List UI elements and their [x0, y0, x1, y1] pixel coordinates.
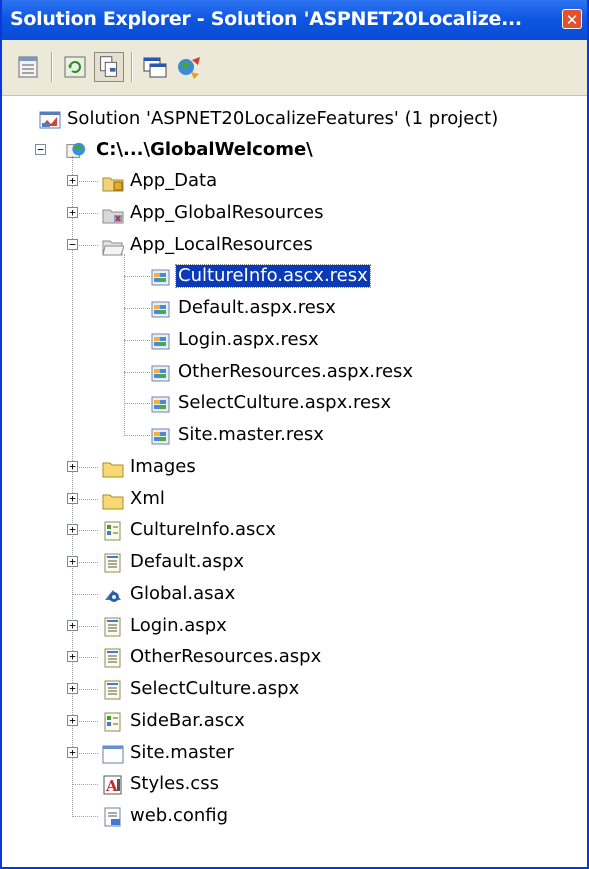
tree-expand-toggle[interactable]: + — [67, 746, 78, 758]
show-all-files-icon — [100, 56, 117, 77]
tree-expand-toggle[interactable]: + — [67, 460, 78, 472]
tree-item-label: Default.aspx.resx — [178, 297, 336, 318]
close-button[interactable]: ✕ — [562, 9, 582, 29]
tree-expand-toggle[interactable]: + — [67, 206, 78, 218]
view-designer-button[interactable] — [140, 52, 170, 82]
tree-item-label: web.config — [130, 805, 229, 826]
tree-item-label: Images — [130, 455, 196, 477]
tree-item-label: Login.aspx — [130, 614, 227, 636]
web-form-icon — [104, 648, 121, 668]
global-asax-icon — [105, 589, 121, 602]
resx-icon — [151, 269, 170, 286]
tree-item-row[interactable]: Site.master.resx — [2, 420, 587, 451]
user-control-icon — [104, 712, 121, 732]
tree-item-label: App_Data — [130, 170, 218, 191]
config-icon — [104, 807, 121, 827]
folder-icon — [102, 494, 124, 509]
tree-item-label: SideBar.ascx — [130, 709, 245, 731]
tree-item-row[interactable]: Default.aspx.resx — [2, 293, 587, 324]
tree-expand-toggle[interactable]: + — [67, 619, 78, 631]
app-data-folder-icon — [102, 177, 124, 192]
tree-item-row[interactable]: + Images — [2, 452, 587, 483]
tree-item-row[interactable]: − App_LocalResources — [2, 230, 587, 261]
global-resources-folder-icon — [102, 209, 124, 224]
tree-item-row[interactable]: + App_GlobalResources — [2, 198, 587, 229]
solution-explorer-window: Solution Explorer - Solution 'ASPNET20Lo… — [0, 0, 589, 869]
tree-item-label: Default.aspx — [130, 551, 244, 572]
tree-item-label: CultureInfo.ascx.resx — [175, 264, 371, 289]
tree-expand-toggle[interactable]: + — [67, 714, 78, 726]
tree-item-label: Styles.css — [130, 773, 219, 795]
tree-item-label: Global.asax — [130, 582, 236, 604]
resx-icon — [151, 301, 170, 318]
tree-item-label: Site.master.resx — [178, 424, 324, 445]
web-form-icon — [104, 680, 121, 700]
resx-icon — [151, 428, 170, 445]
show-all-files-button[interactable] — [94, 52, 124, 82]
web-project-icon — [66, 142, 86, 158]
tree-item-row[interactable]: + Xml — [2, 484, 587, 515]
tree-expand-toggle[interactable]: + — [67, 683, 78, 694]
toolbar — [2, 40, 587, 96]
tree-expand-toggle[interactable]: + — [67, 175, 78, 186]
tree-item-label: App_LocalResources — [130, 233, 313, 255]
tree-item-label: Xml — [130, 487, 165, 509]
tree-item-row[interactable]: + SelectCulture.aspx — [2, 674, 587, 705]
title-bar[interactable]: Solution Explorer - Solution 'ASPNET20Lo… — [2, 0, 587, 40]
window-title: Solution Explorer - Solution 'ASPNET20Lo… — [10, 8, 522, 30]
tree-item-row[interactable]: + Site.master — [2, 738, 587, 769]
tree-item-row[interactable]: + Login.aspx — [2, 611, 587, 642]
tree-item-row[interactable]: CultureInfo.ascx.resx — [2, 261, 587, 292]
tree-expand-toggle[interactable]: + — [67, 651, 78, 663]
tree-expand-toggle[interactable]: + — [67, 492, 78, 504]
properties-button[interactable] — [14, 52, 44, 82]
user-control-icon — [104, 521, 121, 541]
tree-item-row[interactable]: SelectCulture.aspx.resx — [2, 388, 587, 419]
tree-item-row[interactable]: + SideBar.ascx — [2, 706, 587, 737]
tree-item-row[interactable]: + Default.aspx — [2, 547, 587, 578]
copy-website-button[interactable] — [174, 52, 204, 82]
master-page-icon — [102, 745, 124, 763]
refresh-icon — [64, 56, 86, 78]
copy-website-icon — [178, 57, 200, 79]
project-label: C:\...\GlobalWelcome\ — [96, 139, 313, 160]
resx-icon — [151, 333, 170, 350]
solution-label: Solution 'ASPNET20LocalizeFeatures' (1 p… — [67, 108, 499, 129]
web-form-icon — [104, 553, 121, 573]
tree-item-label: OtherResources.aspx — [130, 646, 322, 668]
tree-item-row[interactable]: Global.asax — [2, 579, 587, 610]
web-form-icon — [104, 617, 121, 636]
tree-item-row[interactable]: Login.aspx.resx — [2, 325, 587, 356]
open-folder-icon — [102, 240, 124, 255]
tree-item-row[interactable]: + CultureInfo.ascx — [2, 515, 587, 546]
tree-solution-row[interactable]: Solution 'ASPNET20LocalizeFeatures' (1 p… — [2, 104, 587, 135]
properties-icon — [18, 56, 38, 78]
tree-item-row[interactable]: OtherResources.aspx.resx — [2, 357, 587, 388]
tree-item-label: CultureInfo.ascx — [130, 519, 276, 541]
tree-expand-toggle[interactable]: − — [67, 238, 78, 250]
tree-item-label: OtherResources.aspx.resx — [178, 360, 414, 382]
tree-item-row[interactable]: A Styles.css — [2, 769, 587, 800]
tree-expand-toggle[interactable]: + — [67, 524, 78, 536]
stylesheet-icon: A — [103, 775, 122, 795]
view-designer-icon — [143, 57, 167, 78]
tree-item-label: Login.aspx.resx — [178, 328, 319, 350]
tree-item-row[interactable]: web.config — [2, 801, 587, 832]
tree-item-label: Site.master — [130, 741, 234, 763]
solution-tree: Solution 'ASPNET20LocalizeFeatures' (1 p… — [2, 96, 587, 869]
svg-text:A: A — [105, 777, 118, 795]
tree-item-label: SelectCulture.aspx.resx — [178, 392, 392, 414]
resx-icon — [151, 365, 170, 381]
refresh-button[interactable] — [60, 52, 90, 82]
tree-project-row[interactable]: − C:\...\GlobalWelcome\ — [2, 135, 587, 166]
tree-item-row[interactable]: + OtherResources.aspx — [2, 642, 587, 673]
tree-item-label: SelectCulture.aspx — [130, 678, 300, 699]
tree-item-label: App_GlobalResources — [130, 201, 324, 223]
tree-item-row[interactable]: + App_Data — [2, 166, 587, 197]
solution-icon — [39, 111, 61, 129]
project-collapse-toggle[interactable]: − — [35, 144, 46, 155]
tree-expand-toggle[interactable]: + — [67, 556, 78, 567]
folder-icon — [102, 462, 124, 478]
resx-icon — [151, 396, 170, 413]
